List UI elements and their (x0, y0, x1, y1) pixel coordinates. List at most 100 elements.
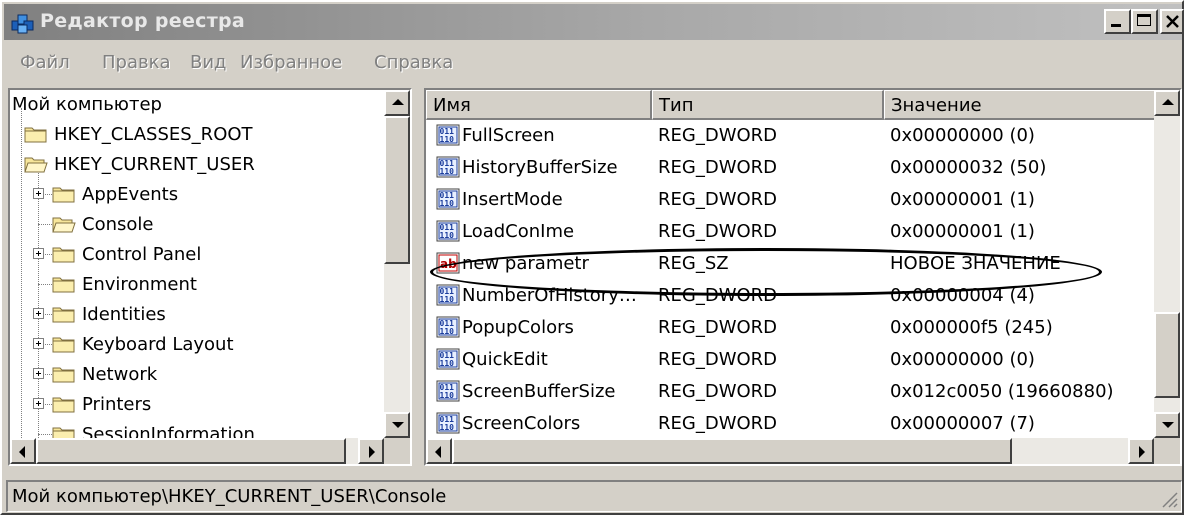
registry-tree[interactable]: Мой компьютер HKEY_CLASSES_ROOT HKEY_CURR… (8, 88, 412, 466)
expand-plus-icon[interactable] (33, 188, 44, 199)
column-header-name[interactable]: Имя (426, 90, 652, 120)
tree-item[interactable]: SessionInformation (10, 420, 388, 438)
tree-guide-line (38, 284, 52, 285)
menu-favorites[interactable]: Избранное (240, 52, 342, 73)
tree-item[interactable]: Environment (10, 270, 388, 300)
value-row[interactable]: 011 110 QuickEdit REG_DWORD 0x00000000 (0) (426, 344, 1156, 376)
tree-scroll-up-button[interactable] (384, 90, 410, 116)
value-name: PopupColors (462, 317, 574, 338)
arrow-right-icon (1139, 446, 1145, 458)
value-row[interactable]: 011 110 ScreenColors REG_DWORD 0x00000007 (7… (426, 408, 1156, 438)
tree-item-label: Control Panel (82, 244, 202, 265)
tree-hscroll-thumb[interactable] (36, 438, 346, 464)
arrow-up-icon (1162, 99, 1174, 105)
values-scroll-down-button[interactable] (1154, 412, 1180, 438)
arrow-right-icon (369, 446, 375, 458)
dword-value-icon: 011110 (436, 284, 460, 306)
tree-item-label: SessionInformation (82, 424, 255, 438)
tree-item[interactable]: AppEvents (10, 180, 388, 210)
column-header-type[interactable]: Тип (652, 90, 884, 120)
dword-value-icon: 011110 (436, 380, 460, 402)
maximize-button[interactable] (1131, 9, 1158, 34)
tree-item[interactable]: HKEY_CLASSES_ROOT (10, 120, 388, 150)
column-header-name-label: Имя (433, 95, 471, 116)
values-vertical-scrollbar[interactable] (1154, 90, 1180, 438)
title-bar[interactable]: Редактор реестра (4, 4, 1184, 40)
tree-item-my-computer[interactable]: Мой компьютер (10, 90, 388, 120)
svg-text:110: 110 (440, 167, 455, 176)
expand-plus-icon[interactable] (33, 248, 44, 259)
svg-text:110: 110 (440, 295, 455, 304)
value-type: REG_DWORD (658, 349, 778, 370)
value-row[interactable]: 011 110 NumberOfHistory… REG_DWORD 0x0000000… (426, 280, 1156, 312)
expand-plus-icon[interactable] (33, 308, 44, 319)
tree-item[interactable]: Keyboard Layout (10, 330, 388, 360)
value-type: REG_DWORD (658, 125, 778, 146)
value-row[interactable]: 011 110 HistoryBufferSize REG_DWORD 0x000000… (426, 152, 1156, 184)
tree-item[interactable]: Network (10, 360, 388, 390)
dword-value-icon: 011110 (436, 412, 460, 434)
menu-help[interactable]: Справка (374, 52, 453, 73)
resize-grip-icon[interactable] (1159, 489, 1179, 509)
values-scroll-left-button[interactable] (426, 438, 452, 464)
expand-plus-icon[interactable] (33, 398, 44, 409)
values-scroll-thumb[interactable] (1154, 312, 1180, 398)
window-title: Редактор реестра (40, 10, 246, 32)
menu-view[interactable]: Вид (190, 52, 227, 73)
tree-scroll-left-button[interactable] (10, 438, 36, 464)
tree-item[interactable]: Identities (10, 300, 388, 330)
tree-item[interactable]: Printers (10, 390, 388, 420)
menu-bar: Файл Правка Вид Избранное Справка (4, 42, 1182, 82)
tree-scroll-thumb[interactable] (384, 116, 410, 264)
value-row[interactable]: 011 110 FullScreen REG_DWORD 0x00000000 (0) (426, 120, 1156, 152)
values-list[interactable]: Имя Тип Значение 011 110 FullScreen REG_DWO… (424, 88, 1182, 466)
menu-file[interactable]: Файл (20, 52, 70, 73)
svg-text:110: 110 (440, 135, 455, 144)
folder-icon (52, 427, 75, 438)
close-button[interactable] (1160, 9, 1184, 34)
dword-value-icon: 011110 (436, 220, 460, 242)
tree-item[interactable]: Console (10, 210, 388, 240)
value-type: REG_DWORD (658, 189, 778, 210)
tree-scroll-down-button[interactable] (384, 412, 410, 438)
scroll-corner (1154, 438, 1180, 464)
value-row[interactable]: ab new parametr REG_SZ НОВОЕ ЗНАЧЕНИЕ (426, 248, 1156, 280)
value-row[interactable]: 011 110 PopupColors REG_DWORD 0x000000f5 (24… (426, 312, 1156, 344)
scroll-corner (384, 438, 410, 464)
values-scroll-up-button[interactable] (1154, 90, 1180, 116)
tree-horizontal-scrollbar[interactable] (10, 438, 384, 464)
tree-scroll-right-button[interactable] (358, 438, 384, 464)
registry-editor-window: Редактор реестра Файл Правка Вид Избранн… (0, 0, 1184, 515)
values-scroll-right-button[interactable] (1128, 438, 1154, 464)
expand-plus-icon[interactable] (33, 368, 44, 379)
string-value-icon: ab (436, 252, 460, 274)
value-name: QuickEdit (462, 349, 548, 370)
tree-item[interactable]: Control Panel (10, 240, 388, 270)
tree-vertical-scrollbar[interactable] (384, 90, 410, 438)
value-row[interactable]: 011 110 ScreenBufferSize REG_DWORD 0x012c005… (426, 376, 1156, 408)
tree-root-label: Мой компьютер (12, 94, 162, 115)
minimize-icon (1111, 24, 1121, 27)
arrow-down-icon (1162, 422, 1174, 428)
svg-text:110: 110 (440, 423, 455, 432)
menu-edit[interactable]: Правка (102, 52, 171, 73)
status-bar: Мой компьютер\HKEY_CURRENT_USER\Console (6, 480, 1182, 512)
tree-item[interactable]: HKEY_CURRENT_USER (10, 150, 388, 180)
minimize-button[interactable] (1104, 9, 1131, 34)
tree-item-label: HKEY_CURRENT_USER (54, 154, 255, 175)
close-icon (1166, 15, 1179, 28)
values-horizontal-scrollbar[interactable] (426, 438, 1154, 464)
column-header-value[interactable]: Значение (884, 90, 1156, 120)
expand-plus-icon[interactable] (33, 338, 44, 349)
value-row[interactable]: 011 110 LoadConIme REG_DWORD 0x00000001 (1) (426, 216, 1156, 248)
folder-icon (52, 247, 75, 263)
tree-item-label: Network (82, 364, 158, 385)
dword-value-icon: 011110 (436, 348, 460, 370)
tree-item-label: Keyboard Layout (82, 334, 234, 355)
value-row[interactable]: 011 110 InsertMode REG_DWORD 0x00000001 (1) (426, 184, 1156, 216)
value-data: 0x00000001 (1) (890, 221, 1035, 242)
folder-icon (52, 277, 75, 293)
values-hscroll-thumb[interactable] (452, 438, 1012, 464)
value-data: 0x00000000 (0) (890, 349, 1035, 370)
value-data: 0x00000004 (4) (890, 285, 1035, 306)
